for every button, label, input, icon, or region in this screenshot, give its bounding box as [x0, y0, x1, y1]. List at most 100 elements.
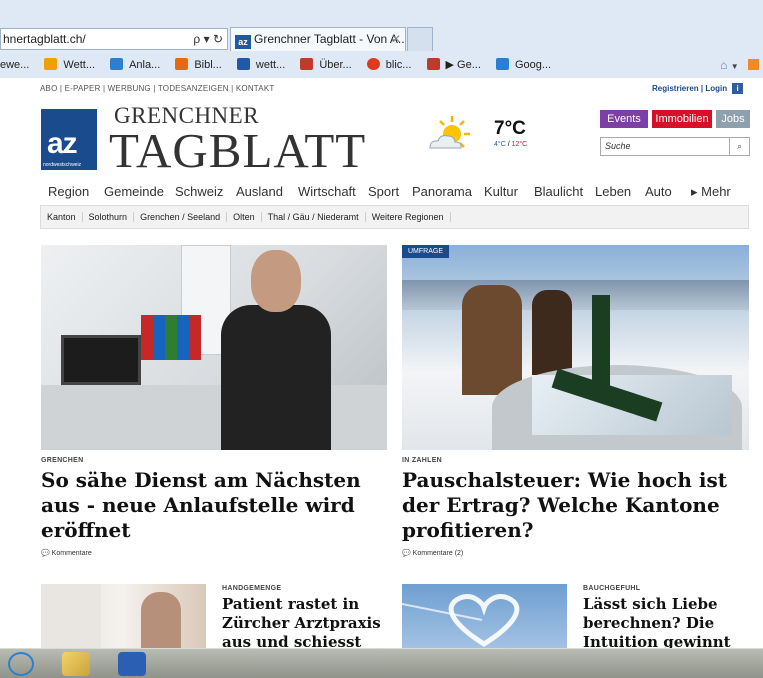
login-link[interactable]: Registrieren | Login i [652, 83, 744, 94]
file-explorer-icon[interactable] [62, 652, 90, 676]
favorite-item[interactable]: ewe... [0, 59, 35, 71]
taskbar [0, 648, 763, 678]
temperature: 7°C [494, 118, 526, 139]
nav-item-sport[interactable]: Sport [368, 184, 399, 199]
nav-item-wirtschaft[interactable]: Wirtschaft [298, 184, 356, 199]
logo-text: az [47, 127, 78, 160]
favorite-item[interactable]: Über... [300, 58, 357, 71]
info-icon[interactable]: i [732, 83, 744, 94]
subnav-item-grenchen[interactable]: Grenchen / Seeland [134, 212, 228, 222]
word-icon[interactable] [118, 652, 146, 676]
article-thumb-doctor[interactable] [41, 584, 206, 656]
favorite-label: ewe... [0, 59, 30, 71]
tab-title: Grenchner Tagblatt - Von A... [254, 32, 406, 46]
rss-icon[interactable] [748, 59, 759, 70]
article-headline[interactable]: Lässt sich Liebe berechnen? Die Intuitio… [583, 595, 753, 648]
article-kicker: HANDGEMENGE [222, 585, 282, 592]
subnav-item-thal[interactable]: Thal / Gäu / Niederamt [261, 212, 366, 222]
nav-item-kultur[interactable]: Kultur [484, 184, 518, 199]
internet-explorer-icon[interactable] [8, 652, 34, 676]
nav-item-region[interactable]: Region [48, 184, 89, 199]
search-placeholder: Suche [605, 141, 631, 151]
nav-item-auto[interactable]: Auto [645, 184, 672, 199]
nav-item-mehr[interactable]: ▸ Mehr [691, 184, 731, 200]
favorite-label: wett... [255, 59, 286, 71]
favorite-label: ▶ Ge... [445, 59, 481, 71]
chevron-down-icon[interactable]: ▼ [731, 62, 739, 71]
partly-sunny-icon [429, 116, 470, 149]
article-thumb-heart-cloud[interactable] [402, 584, 567, 656]
home-icon[interactable]: ⌂ [720, 58, 727, 72]
jobs-button[interactable]: Jobs [716, 110, 750, 128]
logo-sub: nordwestschweiz [43, 162, 82, 168]
comment-icon: 💬 [402, 550, 411, 557]
sun-icon [44, 58, 58, 70]
favorite-item[interactable]: Bibl... [175, 58, 228, 71]
favorite-item[interactable]: Anla... [110, 58, 166, 71]
subnav-item-solothurn[interactable]: Solothurn [82, 212, 135, 222]
ie-page-icon [110, 58, 124, 70]
tab-close-icon[interactable]: ✕ [391, 28, 401, 50]
nav-item-ausland[interactable]: Ausland [236, 184, 283, 199]
main-nav: Region Gemeinde Schweiz Ausland Wirtscha… [38, 184, 753, 204]
meta-nav[interactable]: ABO | E-PAPER | WERBUNG | TODESANZEIGEN … [40, 84, 274, 93]
comments-label: Kommentare [51, 550, 92, 557]
srf-icon [300, 58, 314, 70]
weather-icon [236, 58, 250, 70]
favorite-item[interactable]: Wett... [44, 58, 101, 71]
youtube-icon [426, 58, 440, 70]
address-text: hnertagblatt.ch/ [3, 32, 86, 46]
favorite-label: Goog... [514, 59, 552, 71]
sub-nav: Kanton Solothurn Grenchen / Seeland Olten Th… [40, 205, 749, 229]
events-button[interactable]: Events [600, 110, 648, 128]
comment-icon: 💬 [41, 550, 50, 557]
favorite-label: blic... [385, 59, 412, 71]
comments-link[interactable]: 💬 Kommentare [41, 549, 92, 557]
nav-item-leben[interactable]: Leben [595, 184, 631, 199]
web-page: ABO | E-PAPER | WERBUNG | TODESANZEIGEN … [0, 78, 763, 678]
article-kicker: GRENCHEN [41, 457, 84, 464]
article-kicker: BAUCHGEFUHL [583, 585, 641, 592]
favorite-item[interactable]: blic... [366, 58, 418, 71]
immobilien-button[interactable]: Immobilien [652, 110, 712, 128]
browser-tab[interactable]: az Grenchner Tagblatt - Von A... ✕ [230, 27, 406, 51]
search-input[interactable]: Suche ⌕ [600, 137, 750, 156]
nav-item-schweiz[interactable]: Schweiz [175, 184, 223, 199]
article-kicker: IN ZAHLEN [402, 457, 443, 464]
subnav-item-olten[interactable]: Olten [227, 212, 262, 222]
blick-icon [366, 58, 380, 70]
favorite-label: Wett... [63, 59, 96, 71]
favorite-label: Anla... [129, 59, 161, 71]
article-headline[interactable]: Pauschalsteuer: Wie hoch ist der Ertrag?… [402, 468, 752, 543]
nav-item-panorama[interactable]: Panorama [412, 184, 472, 199]
favorite-label: Über... [319, 59, 352, 71]
subnav-item-kanton[interactable]: Kanton [41, 212, 83, 222]
login-text: Registrieren | Login [652, 84, 728, 93]
search-icon[interactable]: ⌕ [729, 138, 749, 155]
library-icon [175, 58, 189, 70]
favorite-label: Bibl... [194, 59, 222, 71]
subnav-item-weitere[interactable]: Weitere Regionen [365, 212, 451, 222]
favorites-bar: ewe... Wett... Anla... Bibl... wett... Ü… [0, 54, 763, 76]
search-refresh-icon[interactable]: ρ ▾ ↻ [193, 29, 223, 49]
umfrage-badge: UMFRAGE [402, 245, 449, 258]
article-image-champagne[interactable]: UMFRAGE [402, 245, 749, 450]
az-favicon-icon: az [235, 35, 251, 49]
nav-item-gemeinde[interactable]: Gemeinde [104, 184, 164, 199]
calendar-icon [495, 58, 509, 70]
favorite-item[interactable]: Goog... [495, 58, 557, 71]
article-headline[interactable]: Patient rastet in Zürcher Arztpraxis aus… [222, 595, 392, 648]
az-logo[interactable]: az nordwestschweiz [41, 109, 97, 170]
comments-link[interactable]: 💬 Kommentare (2) [402, 549, 463, 557]
temp-low: 4°C [494, 141, 506, 148]
heart-cloud-icon [402, 594, 520, 647]
site-title-line2: TAGBLATT [109, 123, 367, 178]
new-tab-button[interactable] [407, 27, 433, 51]
nav-item-blaulicht[interactable]: Blaulicht [534, 184, 583, 199]
favorite-item[interactable]: wett... [236, 58, 291, 71]
article-image-man-at-desk[interactable] [41, 245, 387, 450]
favorite-item[interactable]: ▶ Ge... [426, 58, 487, 71]
article-headline[interactable]: So sähe Dienst am Nächsten aus - neue An… [41, 468, 391, 543]
address-bar[interactable]: hnertagblatt.ch/ ρ ▾ ↻ [0, 28, 228, 50]
temp-high: 12°C [511, 141, 528, 148]
